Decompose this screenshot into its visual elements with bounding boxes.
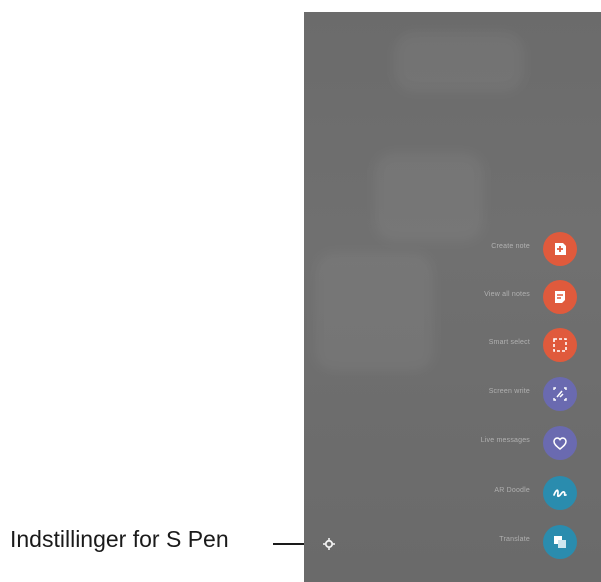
- menu-item-smart-select[interactable]: Smart select: [440, 328, 590, 362]
- smart-select-icon[interactable]: [543, 328, 577, 362]
- create-note-icon[interactable]: [543, 232, 577, 266]
- ar-doodle-icon[interactable]: [543, 476, 577, 510]
- menu-item-label: AR Doodle: [494, 487, 530, 494]
- screen-write-icon[interactable]: [543, 377, 577, 411]
- view-all-notes-icon[interactable]: [543, 280, 577, 314]
- gear-icon[interactable]: [322, 537, 336, 551]
- menu-item-label: Create note: [491, 243, 530, 250]
- menu-item-create-note[interactable]: Create note: [440, 232, 590, 266]
- menu-item-screen-write[interactable]: Screen write: [440, 377, 590, 411]
- callout-label: Indstillinger for S Pen: [10, 526, 229, 552]
- menu-item-label: Live messages: [480, 437, 530, 444]
- translate-icon[interactable]: [543, 525, 577, 559]
- menu-item-translate[interactable]: Translate: [440, 525, 590, 559]
- live-messages-icon[interactable]: [543, 426, 577, 460]
- menu-item-label: View all notes: [484, 291, 530, 298]
- blurred-background-element: [314, 252, 434, 372]
- menu-item-label: Smart select: [488, 339, 530, 346]
- menu-item-live-messages[interactable]: Live messages: [440, 426, 590, 460]
- menu-item-view-all-notes[interactable]: View all notes: [440, 280, 590, 314]
- menu-item-label: Translate: [499, 536, 530, 543]
- menu-item-ar-doodle[interactable]: AR Doodle: [440, 476, 590, 510]
- blurred-background-element: [374, 152, 484, 242]
- blurred-background-element: [394, 32, 524, 92]
- menu-item-label: Screen write: [488, 388, 530, 395]
